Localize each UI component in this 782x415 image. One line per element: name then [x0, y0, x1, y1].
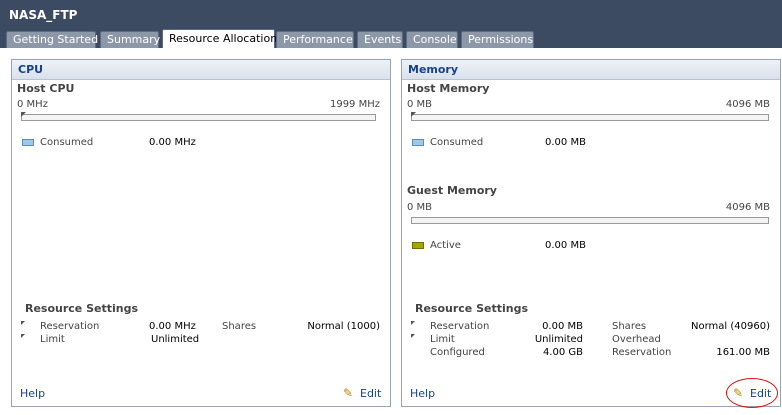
memory-overhead-label: Overhead [612, 334, 661, 345]
memory-panel-header: Memory [402, 60, 780, 80]
host-cpu-title: Host CPU [17, 82, 75, 95]
cpu-limit-value: Unlimited [151, 334, 200, 345]
cpu-usage-bar [21, 114, 376, 121]
memory-configured-label: Configured [430, 347, 485, 358]
host-memory-min: 0 MB [407, 99, 433, 110]
memory-active-value: 0.00 MB [545, 240, 586, 251]
memory-reservation-label: Reservation [430, 321, 490, 332]
cpu-shares-value: Normal (1000) [307, 321, 380, 332]
memory-configured-value: 4.00 GB [542, 347, 583, 358]
host-memory-title: Host Memory [407, 82, 490, 95]
memory-help-link[interactable]: Help [410, 387, 435, 400]
cpu-range-max: 1999 MHz [329, 99, 380, 110]
host-memory-max: 4096 MB [725, 99, 770, 110]
tab-summary[interactable]: Summary [100, 31, 160, 48]
guest-memory-max: 4096 MB [725, 202, 770, 213]
cpu-edit-link[interactable]: Edit [360, 387, 381, 400]
memory-limit-marker-icon [411, 334, 415, 338]
cpu-shares-label: Shares [222, 321, 257, 332]
resource-allocation-content: CPU Host CPU 0 MHz 1999 MHz Consumed 0.0… [0, 48, 782, 415]
host-memory-bar-marker [411, 112, 416, 117]
tab-permissions[interactable]: Permissions [461, 31, 534, 48]
memory-overhead-reservation-value: 161.00 MB [716, 347, 770, 358]
tab-resource-allocation[interactable]: Resource Allocation [162, 29, 277, 48]
memory-shares-value: Normal (40960) [691, 321, 770, 332]
cpu-consumed-value: 0.00 MHz [149, 137, 196, 148]
cpu-reservation-marker-icon [21, 321, 25, 325]
memory-consumed-label: Consumed [430, 137, 484, 148]
memory-edit-link[interactable]: Edit [750, 387, 771, 400]
memory-reservation-marker-icon [411, 321, 415, 325]
window-header: NASA_FTP Getting Started Summary Resourc… [0, 0, 782, 48]
memory-resource-settings-title: Resource Settings [415, 302, 529, 315]
cpu-limit-marker-icon [21, 334, 25, 338]
host-memory-bar [411, 114, 769, 121]
cpu-help-link[interactable]: Help [20, 387, 45, 400]
cpu-range-min: 0 MHz [17, 99, 48, 110]
cpu-resource-settings-title: Resource Settings [25, 302, 139, 315]
tab-console[interactable]: Console [406, 31, 458, 48]
memory-panel: Memory Host Memory 0 MB 4096 MB Consumed… [401, 59, 781, 408]
guest-memory-bar [411, 217, 769, 224]
guest-memory-title: Guest Memory [407, 184, 497, 197]
memory-limit-value: Unlimited [534, 334, 583, 345]
cpu-panel-title: CPU [18, 63, 44, 76]
cpu-reservation-value: 0.00 MHz [149, 321, 196, 332]
cpu-panel: CPU Host CPU 0 MHz 1999 MHz Consumed 0.0… [11, 59, 391, 407]
tab-getting-started[interactable]: Getting Started [6, 31, 98, 48]
memory-active-label: Active [430, 240, 461, 251]
tab-events[interactable]: Events [357, 31, 403, 48]
tab-performance[interactable]: Performance [276, 31, 354, 48]
memory-shares-label: Shares [612, 321, 647, 332]
memory-limit-label: Limit [430, 334, 455, 345]
pencil-icon[interactable]: ✎ [733, 386, 743, 400]
cpu-reservation-label: Reservation [40, 321, 100, 332]
cpu-panel-header: CPU [12, 60, 390, 80]
pencil-icon[interactable]: ✎ [343, 386, 353, 400]
memory-consumed-value: 0.00 MB [545, 137, 586, 148]
window-title: NASA_FTP [9, 8, 78, 22]
cpu-bar-marker [21, 112, 26, 117]
memory-panel-title: Memory [408, 63, 459, 76]
cpu-consumed-swatch [22, 139, 34, 146]
memory-consumed-swatch [412, 139, 424, 146]
memory-reservation-value: 0.00 MB [542, 321, 583, 332]
memory-active-swatch [412, 242, 424, 249]
cpu-limit-label: Limit [40, 334, 65, 345]
guest-memory-min: 0 MB [407, 202, 433, 213]
cpu-consumed-label: Consumed [40, 137, 94, 148]
memory-overhead-reservation-label: Reservation [612, 347, 672, 358]
